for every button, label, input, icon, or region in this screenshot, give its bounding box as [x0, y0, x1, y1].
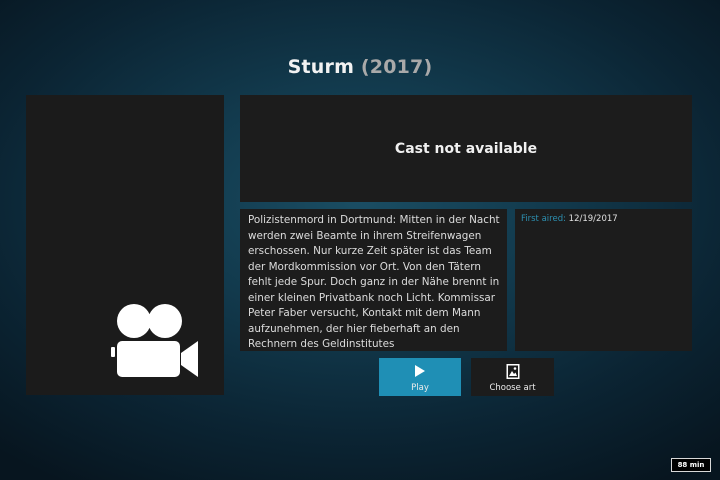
play-icon — [415, 365, 425, 377]
cast-panel: Cast not available — [240, 95, 692, 202]
title-year-close-paren: ) — [423, 56, 433, 78]
runtime-badge: 88 min — [671, 458, 711, 472]
poster-placeholder — [26, 95, 224, 395]
first-aired-row: First aired: 12/19/2017 — [521, 214, 618, 224]
title-year-open-paren: ( — [360, 56, 370, 78]
plot-text: Polizistenmord in Dortmund: Mitten in de… — [248, 214, 500, 350]
play-button-label: Play — [411, 383, 429, 393]
choose-art-button-label: Choose art — [489, 383, 536, 393]
page-title: Sturm (2017) — [0, 56, 720, 78]
first-aired-value: 12/19/2017 — [568, 214, 618, 224]
first-aired-label: First aired: — [521, 214, 566, 224]
plot-panel[interactable]: Polizistenmord in Dortmund: Mitten in de… — [240, 209, 507, 351]
cast-message: Cast not available — [394, 141, 538, 157]
choose-art-button[interactable]: Choose art — [471, 358, 554, 396]
play-button[interactable]: Play — [379, 358, 461, 396]
image-icon — [506, 364, 519, 379]
info-panel: First aired: 12/19/2017 — [515, 209, 692, 351]
video-camera-icon — [111, 304, 198, 377]
title-text: Sturm — [287, 56, 355, 78]
title-year: 2017 — [369, 56, 424, 78]
